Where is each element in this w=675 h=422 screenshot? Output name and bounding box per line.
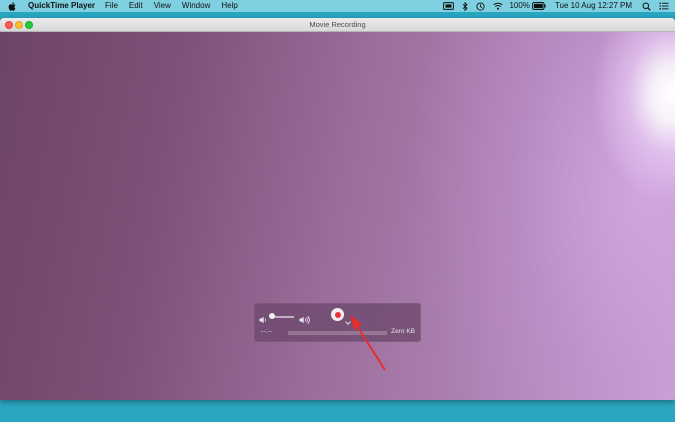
camera-preview [0, 32, 675, 400]
bluetooth-icon[interactable] [462, 1, 469, 11]
search-icon[interactable] [642, 2, 651, 11]
menu-edit[interactable]: Edit [129, 0, 143, 12]
menu-bar: QuickTime Player File Edit View Window H… [0, 0, 675, 12]
recording-progress-bar [288, 331, 387, 335]
clock[interactable]: Tue 10 Aug 12:27 PM [555, 0, 632, 12]
menu-window[interactable]: Window [182, 0, 210, 12]
speaker-low-icon [259, 311, 268, 329]
window-title-bar[interactable]: Movie Recording [0, 18, 675, 32]
window-title: Movie Recording [309, 20, 366, 29]
elapsed-time: --:-- [261, 328, 273, 335]
menu-help[interactable]: Help [221, 0, 237, 12]
chevron-down-icon[interactable] [345, 312, 351, 330]
app-menu-quicktime[interactable]: QuickTime Player [28, 0, 95, 12]
volume-slider-knob[interactable] [269, 313, 276, 319]
time-machine-icon[interactable] [476, 1, 485, 11]
movie-recording-window: Movie Recording [0, 18, 675, 400]
apple-icon[interactable] [8, 1, 16, 11]
record-button[interactable] [331, 308, 344, 321]
menu-view[interactable]: View [154, 0, 171, 12]
record-icon [334, 311, 341, 318]
recording-controls-hud: --:-- Zero KB [254, 303, 421, 342]
battery-icon[interactable] [531, 2, 546, 10]
menu-file[interactable]: File [105, 0, 118, 12]
file-size: Zero KB [391, 328, 415, 335]
screen-mirror-icon[interactable] [443, 2, 455, 10]
wifi-icon[interactable] [493, 2, 503, 10]
speaker-high-icon [299, 311, 311, 329]
battery-percent: 100% [509, 1, 530, 10]
control-center-icon[interactable] [659, 2, 669, 10]
